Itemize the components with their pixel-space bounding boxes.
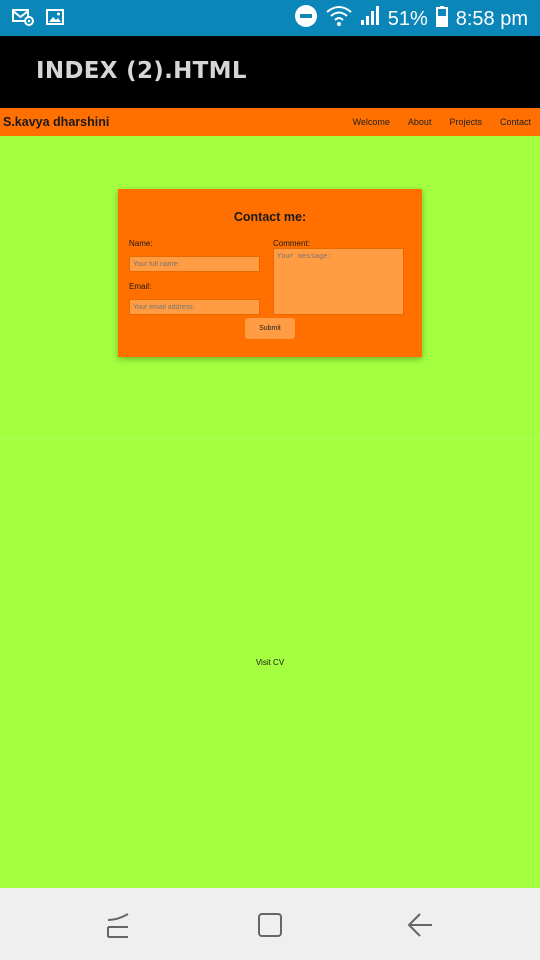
- status-bar: 51% 8:58 pm: [0, 0, 540, 36]
- contact-form-title: Contact me:: [233, 210, 307, 224]
- signal-icon: [360, 5, 380, 33]
- battery-icon: [435, 5, 448, 33]
- email-input[interactable]: [129, 299, 260, 315]
- comment-label: Comment:: [273, 239, 310, 248]
- site-brand: S.kavya dharshini: [3, 115, 110, 129]
- name-label: Name:: [129, 239, 153, 248]
- system-nav-bar: [0, 888, 540, 960]
- do-not-disturb-icon: [294, 4, 318, 34]
- app-bar-title: INDEX (2).HTML: [36, 58, 247, 84]
- nav-link-welcome[interactable]: Welcome: [344, 108, 399, 136]
- mail-settings-icon: [12, 8, 34, 31]
- page-content: Contact me: Name: Email: Comment: Submit…: [0, 136, 540, 888]
- recents-icon[interactable]: [106, 912, 132, 943]
- image-icon: [46, 8, 64, 31]
- email-label: Email:: [129, 282, 152, 291]
- app-bar: INDEX (2).HTML: [0, 36, 540, 108]
- visit-cv-link[interactable]: Visit CV: [0, 658, 540, 667]
- wifi-icon: [326, 5, 352, 33]
- home-icon[interactable]: [257, 912, 283, 943]
- nav-link-contact[interactable]: Contact: [491, 108, 540, 136]
- battery-percentage: 51%: [387, 7, 428, 30]
- nav-link-about[interactable]: About: [399, 108, 441, 136]
- nav-link-projects[interactable]: Projects: [440, 108, 491, 136]
- name-input[interactable]: [129, 256, 260, 272]
- clock: 8:58 pm: [455, 7, 528, 30]
- back-icon[interactable]: [407, 912, 433, 943]
- nav-links: Welcome About Projects Contact: [344, 108, 540, 136]
- contact-form-card: Contact me: Name: Email: Comment: Submit: [118, 189, 422, 357]
- section-divider: [0, 438, 540, 439]
- submit-button[interactable]: Submit: [245, 318, 295, 339]
- site-navbar: S.kavya dharshini Welcome About Projects…: [0, 108, 540, 136]
- comment-textarea[interactable]: [273, 248, 404, 315]
